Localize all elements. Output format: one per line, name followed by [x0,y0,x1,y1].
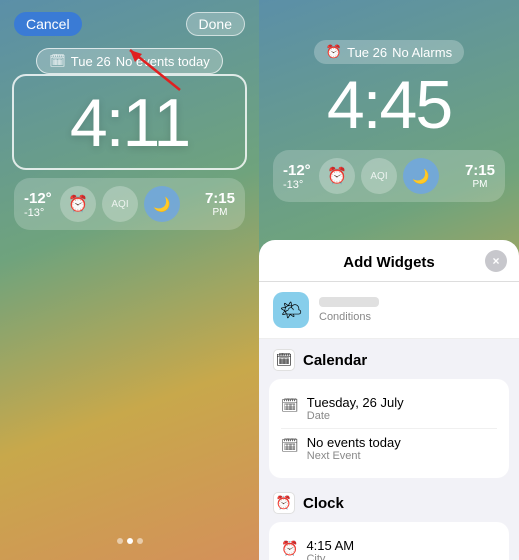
left-wampm: PM [212,207,227,218]
clock-widget-card: ⏰ 4:15 AM City ⏰ No Alarms Next Alarm [269,522,509,560]
alarm-icon-left: ⏰ [68,194,88,214]
weather-bar-1 [319,297,379,307]
right-time-widget: 7:15 PM [465,162,495,190]
moon-icon-left: 🌙 [153,196,170,213]
right-lock-screen: ⏰ Tue 26 No Alarms 4:45 -12° -13° ⏰ AQI … [259,0,519,240]
moon-icon-right: 🌙 [412,168,429,185]
calendar-row-1-sublabel: Next Event [307,450,497,462]
alarm-icon-right: ⏰ [327,166,347,186]
left-wtime: 7:15 [205,190,235,207]
calendar-row-1-label: No events today [307,435,497,450]
clock-section-icon: ⏰ [273,492,295,514]
calendar-section-icon: 🗓 [273,349,295,371]
left-date-text: Tue 26 [71,54,111,69]
left-panel: Cancel Done 🗓 Tue 26 No events today 4:1… [0,0,259,560]
left-aqi-widget: AQI [102,186,138,222]
right-widgets-row: -12° -13° ⏰ AQI 🌙 7:15 PM [273,150,505,202]
right-temp-main: -12° [283,162,313,179]
left-temp-widget: -12° -13° [24,190,54,219]
left-date-pill: 🗓 Tue 26 No events today [36,48,222,74]
dot-1 [117,538,123,544]
done-button[interactable]: Done [186,12,245,36]
calendar-row-0[interactable]: 🗓 Tuesday, 26 July Date [281,389,497,428]
clock-row-0-label: 4:15 AM [306,538,497,553]
calendar-icon-section: 🗓 [276,352,293,368]
clock-row-0[interactable]: ⏰ 4:15 AM City [281,532,497,560]
right-moon-widget: 🌙 [403,158,439,194]
sheet-close-button[interactable]: × [485,250,507,272]
left-time-display: 4:11 [22,84,237,162]
calendar-row-1-text: No events today Next Event [307,435,497,462]
right-temp-sub: -13° [283,179,313,191]
left-widgets-row: -12° -13° ⏰ AQI 🌙 7:15 PM [14,178,245,230]
clock-row-0-text: 4:15 AM City [306,538,497,560]
sheet-title: Add Widgets [343,254,435,271]
weather-icon: 🌤 [280,300,303,321]
dot-3 [137,538,143,544]
calendar-section-name: Calendar [303,352,367,369]
right-time-display: 4:45 [259,66,519,144]
right-aqi-label: AQI [370,171,387,182]
right-date-text: Tue 26 [347,45,387,60]
dot-2 [127,538,133,544]
left-alarm-widget: ⏰ [60,186,96,222]
left-aqi-label: AQI [111,199,128,210]
right-alarm-widget: ⏰ [319,158,355,194]
right-panel: ⏰ Tue 26 No Alarms 4:45 -12° -13° ⏰ AQI … [259,0,519,560]
calendar-section-header: 🗓 Calendar [259,339,519,375]
calendar-row-0-icon: 🗓 [281,397,299,414]
left-page-dots [117,538,143,544]
conditions-label: Conditions [319,311,379,323]
left-moon-widget: 🌙 [144,186,180,222]
clock-row-0-sublabel: City [306,553,497,560]
calendar-row-1-icon: 🗓 [281,437,299,454]
calendar-row-0-sublabel: Date [307,410,497,422]
right-date-pill: ⏰ Tue 26 No Alarms [314,40,464,64]
weather-icon-widget: 🌤 [273,292,309,328]
clock-row-0-icon: ⏰ [281,540,298,557]
right-wampm: PM [472,179,487,190]
calendar-icon-left: 🗓 [49,53,66,69]
right-wtime: 7:15 [465,162,495,179]
cancel-button[interactable]: Cancel [14,12,82,36]
alarm-icon-right-pill: ⏰ [326,44,342,60]
left-temp-sub: -13° [24,207,54,219]
calendar-row-0-text: Tuesday, 26 July Date [307,395,497,422]
left-temp-main: -12° [24,190,54,207]
calendar-widget-card: 🗓 Tuesday, 26 July Date 🗓 No events toda… [269,379,509,478]
left-time-widget: 7:15 PM [205,190,235,218]
clock-section-name: Clock [303,495,344,512]
calendar-row-1[interactable]: 🗓 No events today Next Event [281,428,497,468]
right-no-alarms-text: No Alarms [392,45,452,60]
weather-text-area: Conditions [319,297,379,323]
clock-section-header: ⏰ Clock [259,482,519,518]
sheet-header: Add Widgets × [259,240,519,282]
left-events-text: No events today [116,54,210,69]
add-widgets-sheet: Add Widgets × 🌤 Conditions 🗓 Calendar 🗓 [259,240,519,560]
left-time-box: 4:11 [12,74,247,170]
calendar-row-0-label: Tuesday, 26 July [307,395,497,410]
weather-row[interactable]: 🌤 Conditions [259,282,519,339]
clock-icon-section: ⏰ [276,495,292,511]
right-aqi-widget: AQI [361,158,397,194]
left-top-bar: Cancel Done [0,0,259,44]
right-temp-widget: -12° -13° [283,162,313,191]
